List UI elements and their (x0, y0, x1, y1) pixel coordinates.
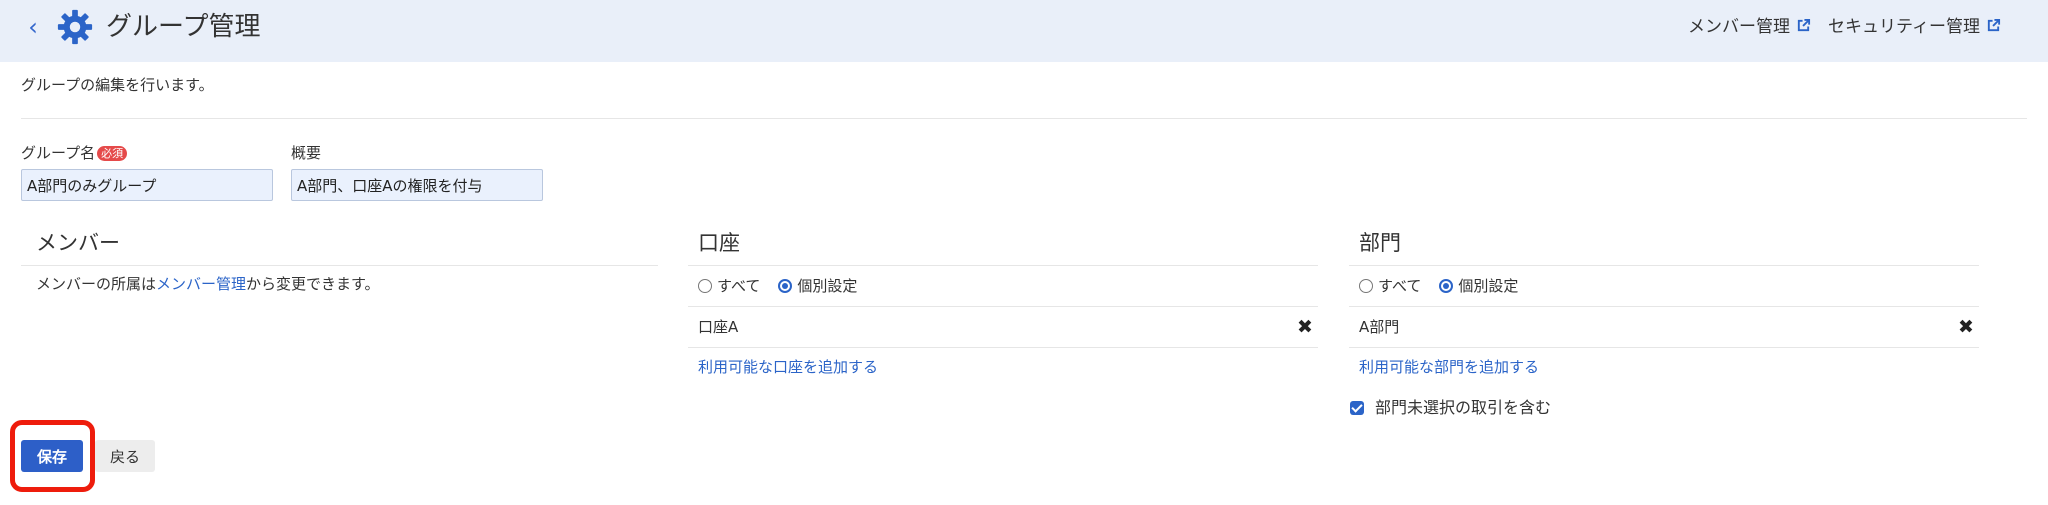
accounts-radio-all[interactable] (698, 279, 712, 293)
departments-radio-all[interactable] (1359, 279, 1373, 293)
add-department-link[interactable]: 利用可能な部門を追加する (1359, 356, 1539, 378)
members-section-title: メンバー (36, 231, 120, 255)
departments-option-all[interactable]: すべて (1359, 275, 1421, 297)
include-unselected-row: 部門未選択の取引を含む (1350, 397, 1551, 419)
departments-section-title: 部門 (1359, 231, 1401, 255)
back-button[interactable]: 戻る (95, 440, 155, 472)
group-name-input[interactable] (21, 169, 273, 201)
page-description: グループの編集を行います。 (21, 76, 214, 94)
summary-input[interactable] (291, 169, 543, 201)
accounts-radio-group: すべて 個別設定 (698, 275, 875, 297)
page-title: グループ管理 (106, 12, 261, 42)
accounts-divider (688, 306, 1318, 307)
security-management-link[interactable]: セキュリティー管理 (1828, 15, 2001, 39)
member-management-link-label: メンバー管理 (1688, 17, 1790, 37)
departments-option-individual-label: 個別設定 (1458, 277, 1519, 295)
members-divider (21, 265, 658, 266)
accounts-option-individual[interactable]: 個別設定 (778, 275, 857, 297)
accounts-option-all[interactable]: すべて (698, 275, 760, 297)
remove-department-close-icon[interactable]: ✖ (1958, 316, 1974, 338)
security-management-link-label: セキュリティー管理 (1828, 17, 1980, 37)
account-item-label: 口座A (698, 318, 739, 336)
departments-divider (1349, 265, 1979, 266)
accounts-divider (688, 265, 1318, 266)
divider (21, 118, 2027, 119)
member-management-link[interactable]: メンバー管理 (1688, 15, 1811, 39)
departments-radio-individual[interactable] (1439, 279, 1454, 293)
department-item-label: A部門 (1359, 318, 1400, 336)
accounts-option-individual-label: 個別設定 (797, 277, 858, 295)
back-chevron-icon[interactable]: ‹ (22, 12, 44, 42)
include-unselected-label: 部門未選択の取引を含む (1375, 398, 1552, 417)
accounts-section-title: 口座 (698, 231, 740, 255)
add-account-link[interactable]: 利用可能な口座を追加する (698, 356, 878, 378)
departments-divider (1349, 347, 1979, 348)
required-badge: 必須 (97, 146, 128, 161)
departments-divider (1349, 306, 1979, 307)
members-note-before: メンバーの所属は (36, 275, 157, 293)
departments-option-all-label: すべて (1378, 277, 1422, 295)
members-note: メンバーの所属はメンバー管理から変更できます。 (36, 273, 380, 295)
member-management-inline-link[interactable]: メンバー管理 (156, 275, 246, 293)
group-name-label-text: グループ名 (21, 144, 96, 162)
members-note-after: から変更できます。 (246, 275, 380, 293)
accounts-divider (688, 347, 1318, 348)
departments-option-individual[interactable]: 個別設定 (1439, 275, 1518, 297)
departments-radio-group: すべて 個別設定 (1359, 275, 1536, 297)
remove-account-close-icon[interactable]: ✖ (1297, 316, 1313, 338)
include-unselected-checkbox[interactable] (1350, 401, 1364, 415)
gear-icon (57, 9, 93, 45)
accounts-radio-individual[interactable] (778, 279, 793, 293)
group-name-label: グループ名 必須 (21, 142, 128, 164)
external-link-icon (1797, 18, 1811, 32)
accounts-option-all-label: すべて (717, 277, 761, 295)
external-link-icon (1987, 18, 2001, 32)
save-button[interactable]: 保存 (21, 440, 83, 472)
summary-label: 概要 (291, 144, 322, 162)
page-header: ‹ グループ管理 メンバー管理 セキュリティー管理 (0, 0, 2048, 62)
